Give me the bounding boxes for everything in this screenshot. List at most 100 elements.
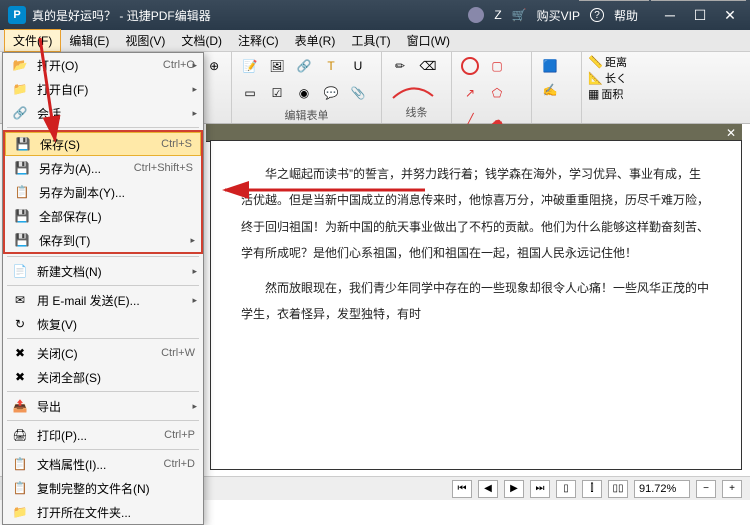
- form-field-button[interactable]: ▭: [238, 81, 262, 105]
- folder-open-icon: 📂: [11, 57, 29, 73]
- stamp-button[interactable]: 🟦: [538, 54, 562, 78]
- menu-save-copy[interactable]: 📋另存为副本(Y)...: [5, 180, 201, 204]
- cart-icon[interactable]: 🛒: [512, 8, 527, 22]
- menu-view[interactable]: 视图(V): [117, 30, 173, 51]
- zoom-in-button[interactable]: ⊕: [203, 54, 225, 78]
- underline-button[interactable]: U: [346, 54, 370, 78]
- close-button[interactable]: ✕: [718, 5, 742, 25]
- menu-document[interactable]: 文档(D): [173, 30, 230, 51]
- user-label: Z: [494, 8, 501, 22]
- sb-prev-page-button[interactable]: ◀: [478, 480, 498, 498]
- menu-new-doc[interactable]: 📄新建文档(N)▸: [3, 259, 203, 283]
- area-label: 面积: [601, 86, 623, 102]
- menu-tools[interactable]: 工具(T): [343, 30, 398, 51]
- save-copy-icon: 📋: [13, 184, 31, 200]
- print-icon: 🖨: [11, 427, 29, 443]
- area-icon[interactable]: ▦: [588, 87, 599, 101]
- menu-save-to[interactable]: 💾保存到(T)▸: [5, 228, 201, 252]
- eraser-button[interactable]: ⌫: [416, 54, 440, 78]
- menu-comment[interactable]: 注释(C): [230, 30, 287, 51]
- edit-text-button[interactable]: 📝: [238, 54, 262, 78]
- session-icon: 🔗: [11, 105, 29, 121]
- menu-window[interactable]: 窗口(W): [399, 30, 458, 51]
- document-viewport[interactable]: 华之崛起而读书”的誓言，并努力践行着；钱学森在海外，学习优异、事业有成，生活优越…: [210, 140, 742, 470]
- line-preview-icon: [388, 78, 438, 102]
- radio-button[interactable]: ◉: [292, 81, 316, 105]
- save-all-icon: 💾: [13, 208, 31, 224]
- menu-email[interactable]: ✉用 E-mail 发送(E)...▸: [3, 288, 203, 312]
- pencil-button[interactable]: ✏: [388, 54, 412, 78]
- email-icon: ✉: [11, 292, 29, 308]
- menu-session[interactable]: 🔗会话▸: [3, 101, 203, 125]
- properties-icon: 📋: [11, 456, 29, 472]
- highlight-button[interactable]: T: [319, 54, 343, 78]
- menu-open-folder[interactable]: 📁打开所在文件夹...: [3, 500, 203, 524]
- sb-facing-button[interactable]: ▯▯: [608, 480, 628, 498]
- folder-icon: 📁: [11, 504, 29, 520]
- menu-copy-filename[interactable]: 📋复制完整的文件名(N): [3, 476, 203, 500]
- window-title: 真的是好运吗？ - 迅捷PDF编辑器: [32, 7, 468, 24]
- attach-button[interactable]: 📎: [346, 81, 370, 105]
- sb-first-page-button[interactable]: ⏮: [452, 480, 472, 498]
- help-link[interactable]: 帮助: [614, 7, 638, 24]
- menu-save-as[interactable]: 💾另存为(A)...Ctrl+Shift+S: [5, 156, 201, 180]
- edit-image-button[interactable]: 🖼: [265, 54, 289, 78]
- file-menu-dropdown: 📂打开(O)Ctrl+O▸ 📁打开自(F)▸ 🔗会话▸ 💾保存(S)Ctrl+S…: [2, 52, 204, 525]
- polygon-shape-button[interactable]: ⬠: [485, 81, 509, 105]
- sb-zoom-input[interactable]: [634, 480, 690, 498]
- menu-open-from[interactable]: 📁打开自(F)▸: [3, 77, 203, 101]
- link-button[interactable]: 🔗: [292, 54, 316, 78]
- sb-single-page-button[interactable]: ▯: [556, 480, 576, 498]
- sb-last-page-button[interactable]: ⏭: [530, 480, 550, 498]
- square-shape-button[interactable]: ▢: [485, 54, 509, 78]
- help-icon[interactable]: ?: [590, 8, 604, 22]
- minimize-button[interactable]: ─: [658, 5, 682, 25]
- menu-form[interactable]: 表单(R): [287, 30, 344, 51]
- distance-label: 距离: [605, 54, 627, 70]
- menu-close-all[interactable]: ✖关闭全部(S): [3, 365, 203, 389]
- arrow-shape-button[interactable]: ↗: [458, 81, 482, 105]
- export-icon: 📤: [11, 398, 29, 414]
- sb-zoom-out-button[interactable]: −: [696, 480, 716, 498]
- revert-icon: ↻: [11, 316, 29, 332]
- signature-button[interactable]: ✍: [538, 78, 562, 102]
- new-doc-icon: 📄: [11, 263, 29, 279]
- globe-icon[interactable]: [468, 7, 484, 23]
- menu-file[interactable]: 文件(F): [4, 29, 61, 52]
- copy-icon: 📋: [11, 480, 29, 496]
- menu-print[interactable]: 🖨打印(P)...Ctrl+P: [3, 423, 203, 447]
- menu-properties[interactable]: 📋文档属性(I)...Ctrl+D: [3, 452, 203, 476]
- checkbox-button[interactable]: ☑: [265, 81, 289, 105]
- distance-icon[interactable]: 📏: [588, 55, 603, 69]
- buy-vip-link[interactable]: 购买VIP: [537, 7, 580, 24]
- document-paragraph: 华之崛起而读书”的誓言，并努力践行着；钱学森在海外，学习优异、事业有成，生活优越…: [241, 161, 711, 267]
- advanced-find-button[interactable]: 🔍高级查找(S): [651, 0, 746, 1]
- menu-close[interactable]: ✖关闭(C)Ctrl+W: [3, 341, 203, 365]
- menu-open[interactable]: 📂打开(O)Ctrl+O▸: [3, 53, 203, 77]
- save-as-icon: 💾: [13, 160, 31, 176]
- find-button[interactable]: 🔍查找(F): [579, 0, 649, 1]
- circle-shape-button[interactable]: [458, 54, 482, 78]
- length-label: 长く: [605, 70, 627, 86]
- document-paragraph: 然而放眼现在，我们青少年同学中存在的一些现象却很令人心痛！一些风华正茂的中学生，…: [241, 275, 711, 328]
- app-logo-icon: P: [8, 6, 26, 24]
- menu-save[interactable]: 💾保存(S)Ctrl+S: [5, 132, 201, 156]
- tab-close-icon[interactable]: ✕: [726, 126, 736, 140]
- length-icon[interactable]: 📐: [588, 71, 603, 85]
- close-all-icon: ✖: [11, 369, 29, 385]
- sb-zoom-in-button[interactable]: +: [722, 480, 742, 498]
- maximize-button[interactable]: ☐: [688, 5, 712, 25]
- menu-revert[interactable]: ↻恢复(V): [3, 312, 203, 336]
- note-button[interactable]: 💬: [319, 81, 343, 105]
- sb-next-page-button[interactable]: ▶: [504, 480, 524, 498]
- menu-export[interactable]: 📤导出▸: [3, 394, 203, 418]
- menu-edit[interactable]: 编辑(E): [61, 30, 117, 51]
- folder-icon: 📁: [11, 81, 29, 97]
- save-to-icon: 💾: [13, 232, 31, 248]
- edit-form-label: 编辑表单: [238, 107, 375, 123]
- menu-save-all[interactable]: 💾全部保存(L): [5, 204, 201, 228]
- close-doc-icon: ✖: [11, 345, 29, 361]
- line-color-label: 线条: [388, 104, 445, 120]
- sb-continuous-button[interactable]: ⫿: [582, 480, 602, 498]
- save-icon: 💾: [14, 136, 32, 152]
